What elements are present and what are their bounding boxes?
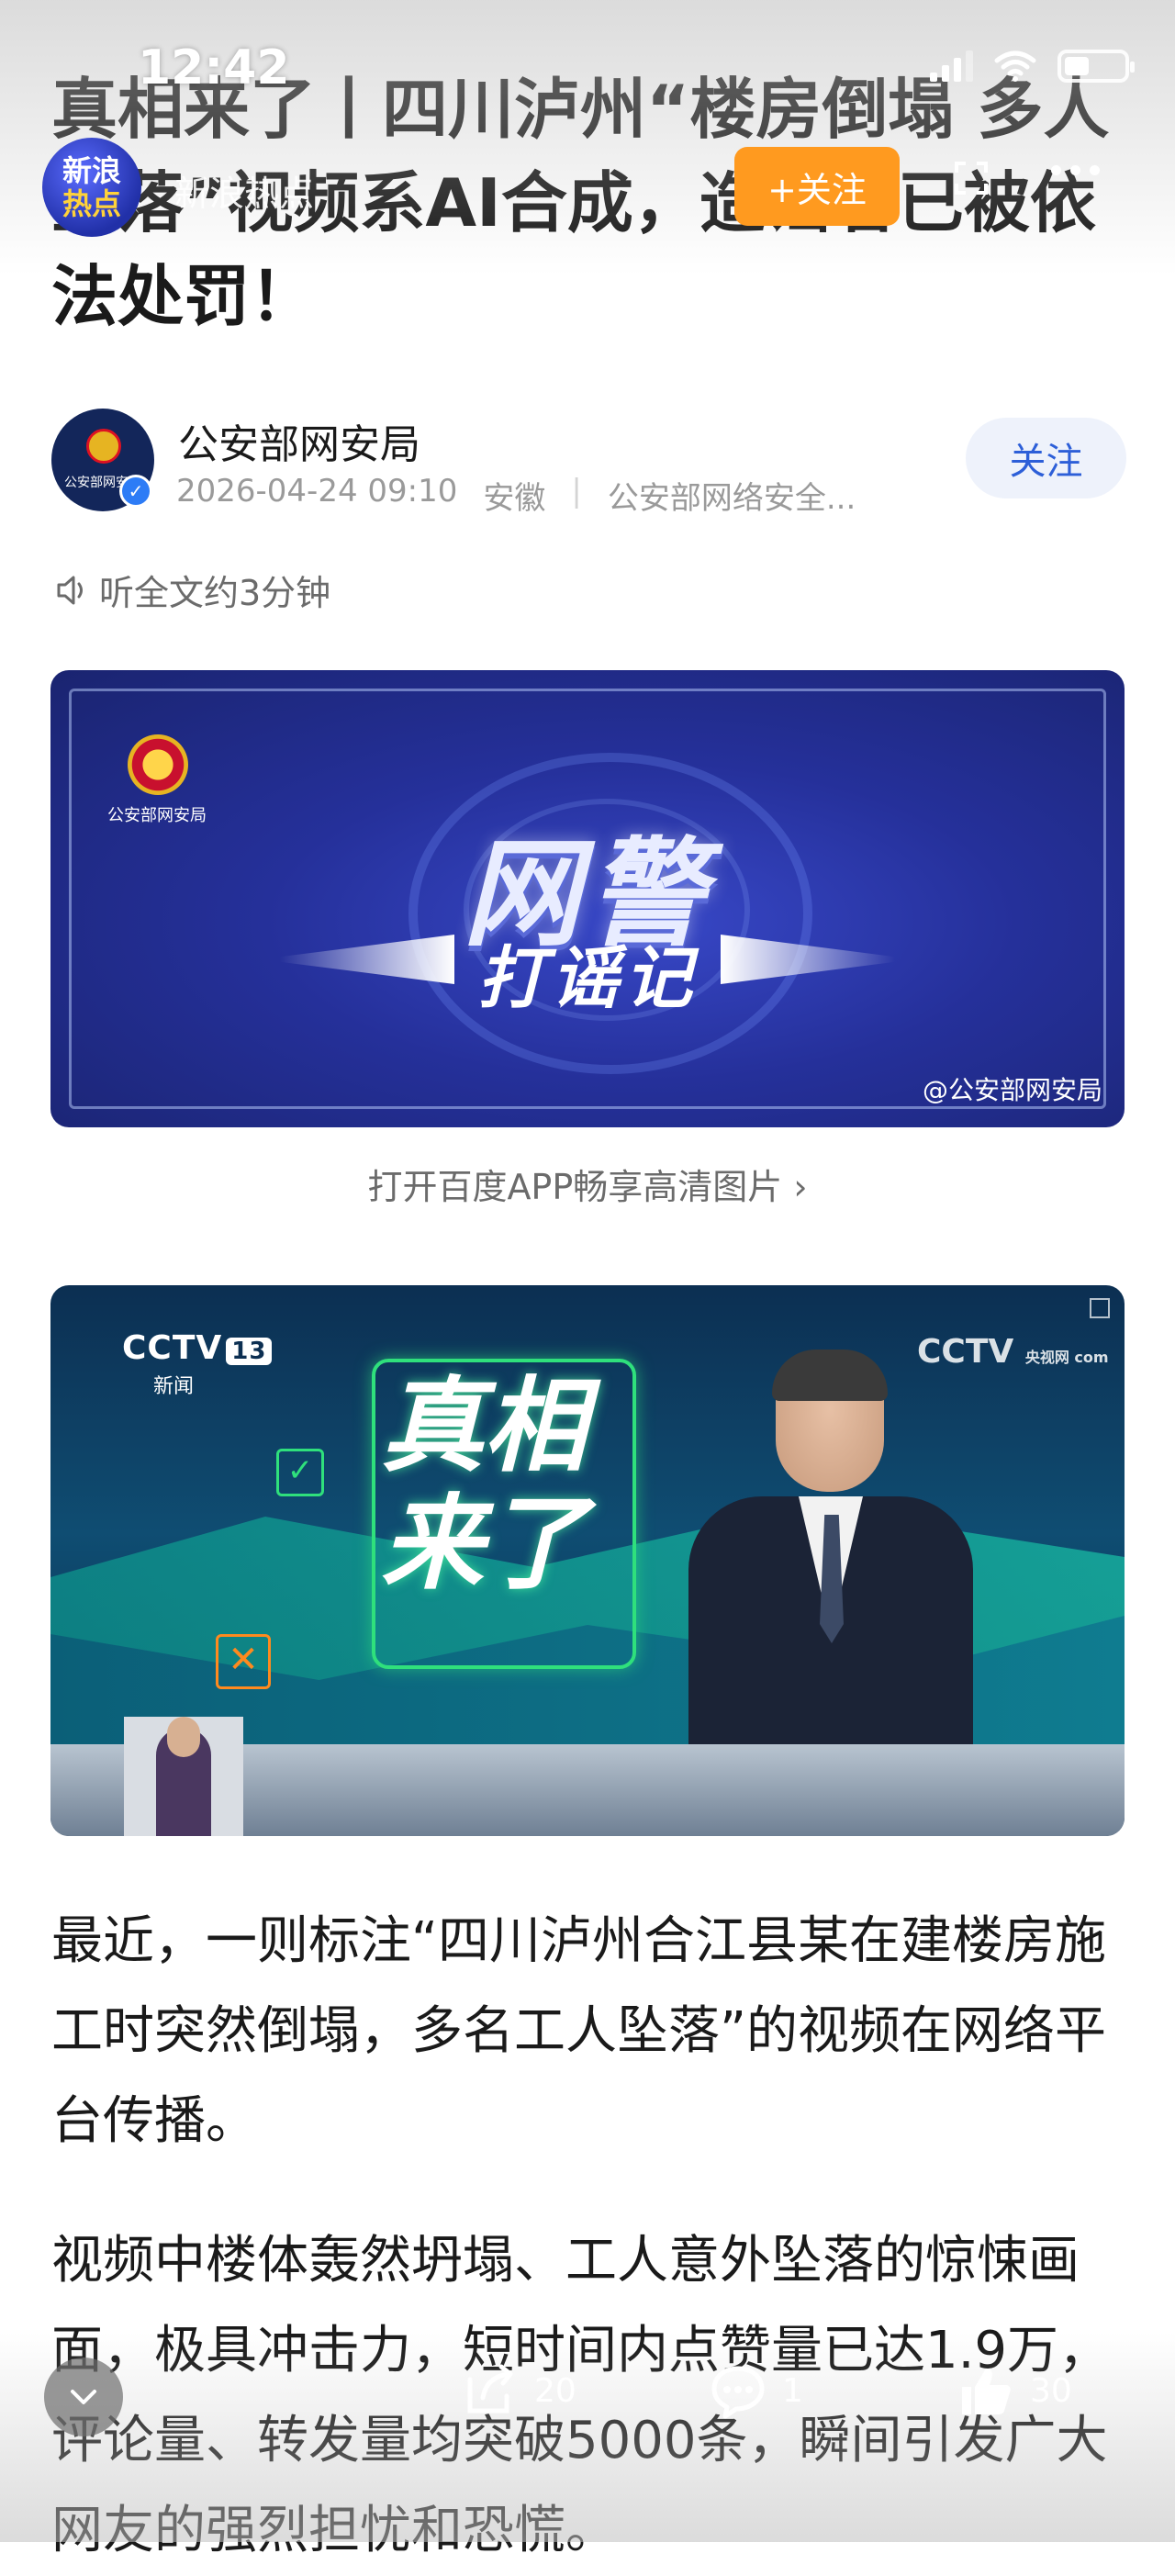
site-logo: CCTV 央视网 com <box>917 1333 1109 1371</box>
comment-button[interactable]: 1 <box>707 2359 803 2422</box>
signal-icon <box>930 50 973 82</box>
more-options-icon[interactable] <box>1051 165 1100 175</box>
publish-date: 2026-04-24 09:10 <box>176 473 458 510</box>
site-sub: 央视网 com <box>1024 1349 1109 1366</box>
author-name[interactable]: 公安部网安局 <box>178 411 420 470</box>
meta-divider: | <box>571 473 582 510</box>
site-name: CCTV <box>917 1333 1014 1371</box>
wifi-icon <box>994 50 1036 82</box>
image-corner-icon <box>1090 1298 1110 1318</box>
comment-count: 1 <box>782 2371 803 2410</box>
battery-icon <box>1058 50 1135 83</box>
channel-name: CCTV <box>122 1329 223 1367</box>
listen-label: 听全文约3分钟 <box>99 573 331 613</box>
follow-author-button[interactable]: 关注 <box>966 418 1126 498</box>
verified-icon: ✓ <box>119 475 152 508</box>
thumbs-up-icon <box>955 2359 1017 2422</box>
status-icons <box>930 48 1135 84</box>
image-sub-text: 打谣记 <box>477 939 698 1018</box>
police-emblem-icon <box>128 734 188 795</box>
comment-icon <box>707 2359 769 2422</box>
like-count: 30 <box>1030 2371 1072 2410</box>
fullscreen-icon[interactable] <box>955 162 988 195</box>
share-icon <box>459 2359 521 2422</box>
like-button[interactable]: 30 <box>955 2359 1072 2422</box>
source-logo-text-1: 新浪 <box>62 153 121 188</box>
source-logo[interactable]: 新浪 热点 <box>42 138 141 237</box>
status-bar: 12:42 <box>0 0 1175 138</box>
article-paragraph: 最近，一则标注“四川泸州合江县某在建楼房施工时突然倒塌，多名工人坠落”的视频在网… <box>51 1911 1107 2151</box>
broadcast-title: 真相来了 <box>381 1367 587 1604</box>
follow-source-button[interactable]: +关注 <box>734 147 900 226</box>
channel-number: 13 <box>226 1338 273 1365</box>
listen-article[interactable]: 听全文约3分钟 <box>55 565 330 615</box>
police-emblem-icon <box>86 429 121 464</box>
share-count: 20 <box>534 2371 576 2410</box>
source-logo-text-2: 热点 <box>62 186 121 221</box>
publish-location: 安徽 <box>483 480 546 517</box>
speaker-icon <box>57 576 83 604</box>
collapse-button[interactable] <box>44 2358 123 2436</box>
source-name[interactable]: 新浪热点 <box>174 165 314 216</box>
chevron-down-icon <box>71 2390 96 2404</box>
share-button[interactable]: 20 <box>459 2359 576 2422</box>
author-source: 公安部网络安全... <box>607 480 856 517</box>
image-watermark: @公安部网安局 <box>922 1075 1102 1105</box>
check-icon: ✓ <box>276 1449 324 1496</box>
article-image-news-broadcast[interactable]: ✓ ✕ 真相来了 CCTV 13 新闻 CCTV 央视网 com <box>50 1285 1125 1836</box>
open-app-hd-link[interactable]: 打开百度APP畅享高清图片 › <box>0 1159 1175 1209</box>
channel-sub: 新闻 <box>153 1375 195 1398</box>
author-meta: 2026-04-24 09:10 安徽 | 公安部网络安全... <box>176 473 856 518</box>
article-image-cyber-police[interactable]: 公安部网安局 网警 打谣记 @公安部网安局 <box>50 670 1125 1127</box>
status-time: 12:42 <box>138 40 290 95</box>
cross-icon: ✕ <box>216 1634 271 1689</box>
channel-logo: CCTV 13 <box>122 1329 273 1367</box>
